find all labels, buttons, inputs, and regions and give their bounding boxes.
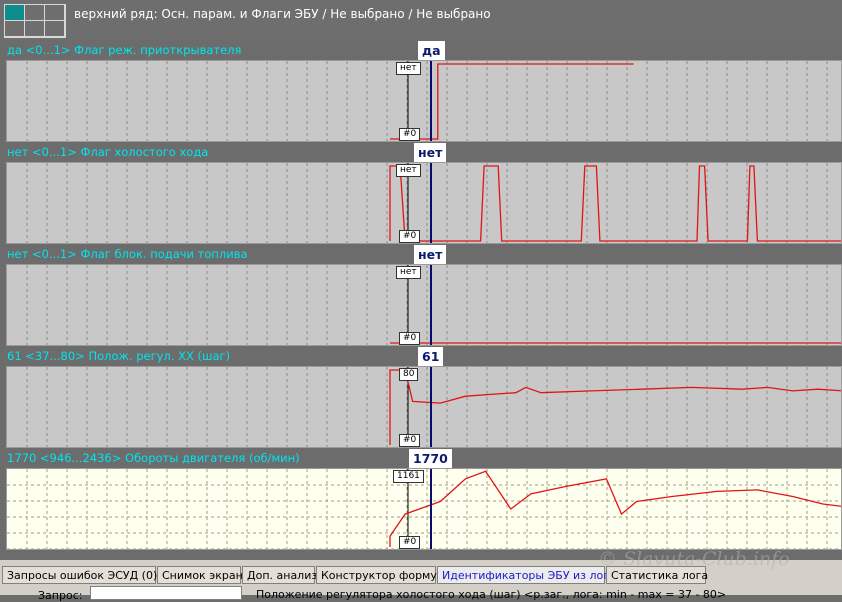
tab-ecu-errors[interactable]: Запросы ошибок ЭСУД (0) [2, 566, 157, 584]
axis-bottom-tag: #0 [399, 230, 421, 243]
panel-header-idle-valve: 61 <37...80> Полож. регул. ХХ (шаг) 61 [0, 346, 842, 366]
axis-top-tag: нет [396, 164, 421, 177]
panel-header-rpm: 1770 <946...2436> Обороты двигателя (об/… [0, 448, 842, 468]
param-label: нет <0...1> Флаг холостого хода [7, 145, 209, 159]
tab-formula-builder[interactable]: Конструктор формул [316, 566, 444, 584]
axis-bottom-tag: #0 [399, 332, 421, 345]
axis-bottom-tag: #0 [399, 536, 421, 549]
axis-top-tag: нет [396, 266, 421, 279]
panel-header-idle-flag: нет <0...1> Флаг холостого хода нет [0, 142, 842, 162]
panel-header-opener-flag: да <0...1> Флаг реж. приоткрывателя да [0, 40, 842, 60]
plot-idle-valve[interactable]: 80 #0 [6, 366, 842, 448]
window-title: верхний ряд: Осн. парам. и Флаги ЭБУ / Н… [74, 7, 491, 21]
cursor-value: 1770 [409, 449, 452, 468]
plot-opener-flag[interactable]: нет #0 [6, 60, 842, 142]
param-label: 1770 <946...2436> Обороты двигателя (об/… [7, 451, 300, 465]
param-label: нет <0...1> Флаг блок. подачи топлива [7, 247, 248, 261]
tab-extra-analysis[interactable]: Доп. анализ [242, 566, 317, 584]
cursor-value: да [418, 41, 445, 60]
plot-rpm[interactable]: 1161 #0 [6, 468, 842, 550]
cursor-value: нет [414, 143, 447, 162]
param-label: 61 <37...80> Полож. регул. ХХ (шаг) [7, 349, 231, 363]
query-input[interactable] [90, 586, 242, 600]
axis-top-tag: 1161 [393, 470, 424, 483]
tab-ecu-identifiers[interactable]: Идентификаторы ЭБУ из лога [437, 566, 616, 584]
plot-idle-flag[interactable]: нет #0 [6, 162, 842, 244]
watermark: © Slavuta-Club.info [598, 548, 790, 570]
series-line [389, 369, 841, 445]
axis-bottom-tag: #0 [399, 128, 421, 141]
layout-grid-icon[interactable] [4, 4, 66, 38]
axis-bottom-tag: #0 [399, 434, 421, 447]
axis-top-tag: нет [396, 62, 421, 75]
axis-top-tag: 80 [399, 368, 419, 381]
series-line [389, 470, 841, 547]
tab-screenshot[interactable]: Снимок экрана [157, 566, 250, 584]
plot-fuel-cut-flag[interactable]: нет #0 [6, 264, 842, 346]
query-label: Запрос: [38, 589, 83, 602]
param-label: да <0...1> Флаг реж. приоткрывателя [7, 43, 242, 57]
series-line [389, 165, 841, 242]
title-bar: верхний ряд: Осн. парам. и Флаги ЭБУ / Н… [0, 0, 842, 40]
cursor-value: 61 [418, 347, 444, 366]
cursor-value: нет [414, 245, 447, 264]
panel-header-fuel-cut-flag: нет <0...1> Флаг блок. подачи топлива не… [0, 244, 842, 264]
